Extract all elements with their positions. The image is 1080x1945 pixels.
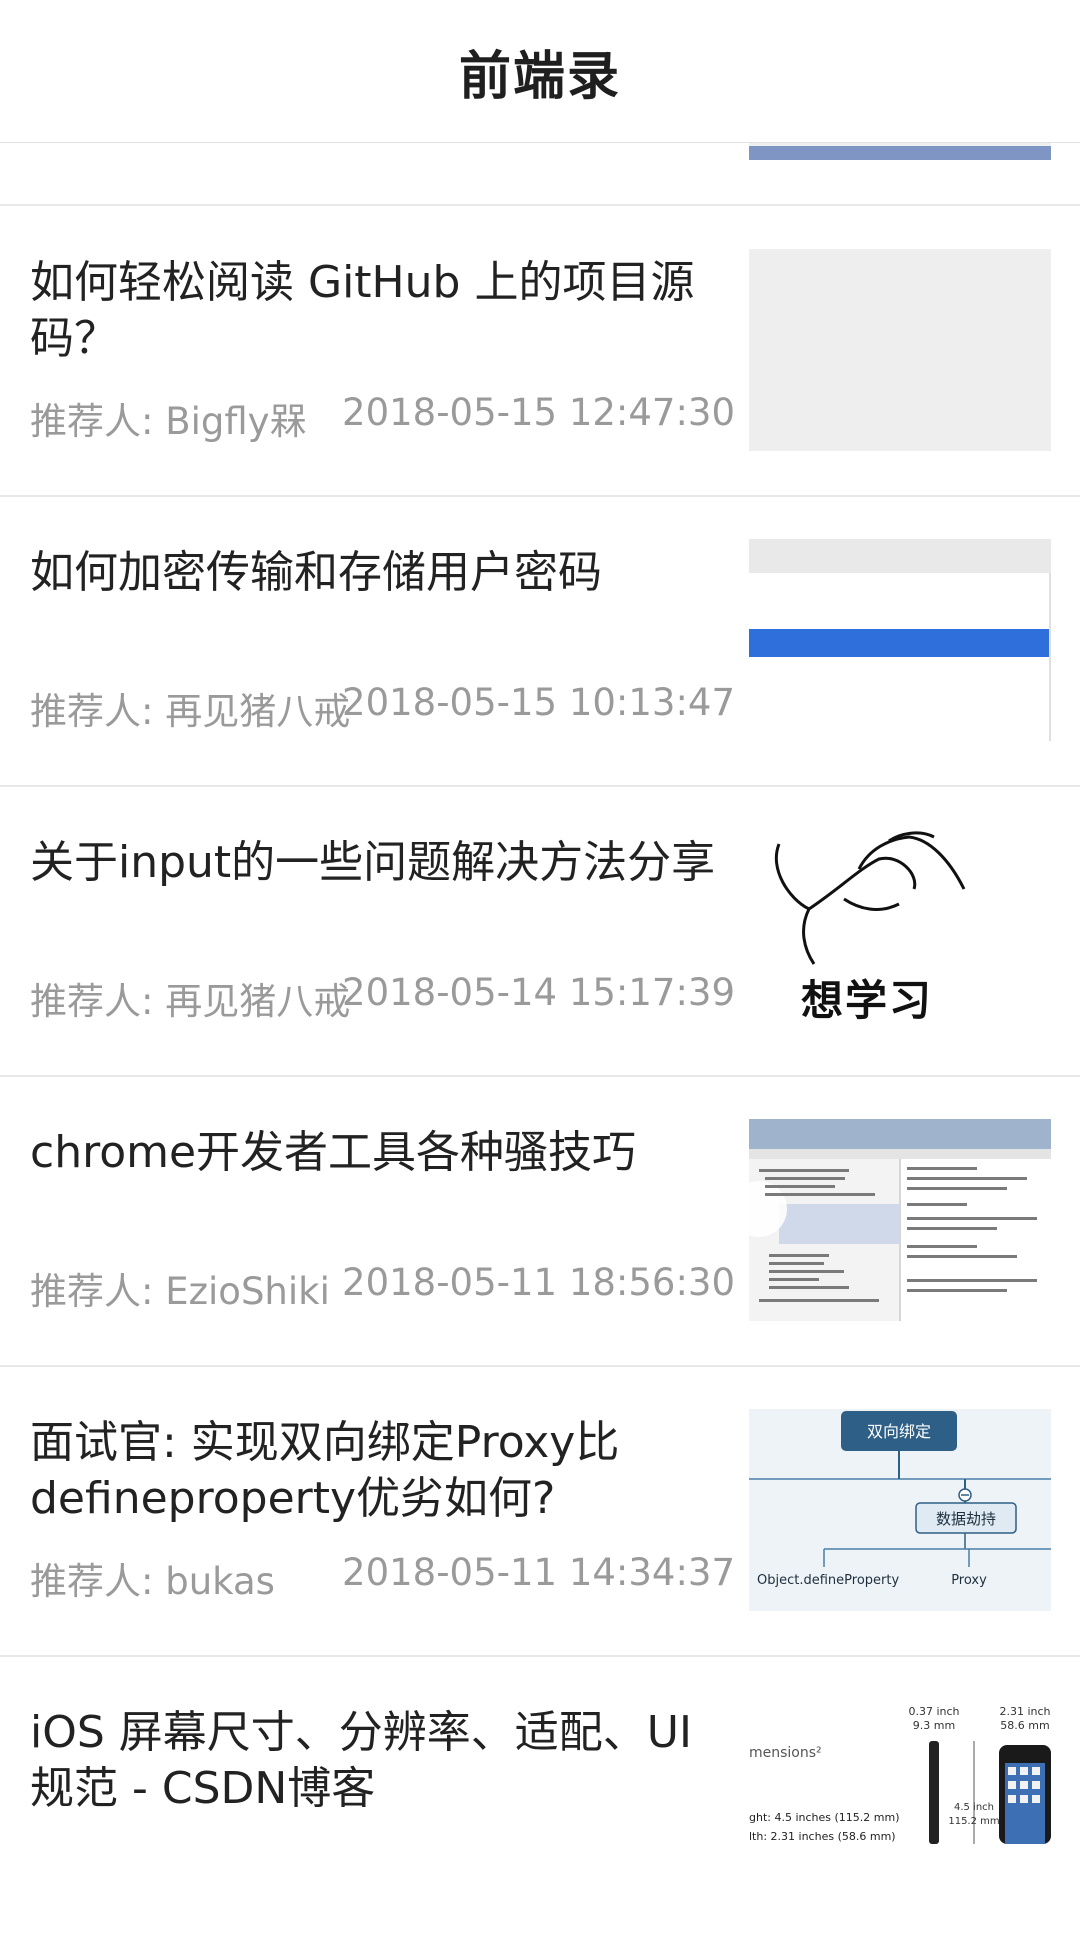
article-thumbnail xyxy=(749,249,1051,451)
article-title[interactable]: 关于input的一些问题解决方法分享 xyxy=(30,835,735,891)
side-mm-label: 115.2 mm xyxy=(948,1816,999,1827)
list-item[interactable]: 关于input的一些问题解决方法分享 推荐人: 再见猪八戒 2018-05-14… xyxy=(0,785,1080,1077)
recommender-label: 推荐人: 再见猪八戒 xyxy=(30,690,351,733)
width-mm-label: 9.3 mm xyxy=(913,1719,955,1732)
diagram-middle-label: 数据劫持 xyxy=(936,1510,996,1528)
article-meta: 推荐人: bukas 2018-05-11 14:34:37 xyxy=(30,1551,735,1603)
screen-width-inch-label: 2.31 inch xyxy=(999,1705,1050,1718)
article-thumbnail: 想学习 xyxy=(749,829,1051,1031)
recommender-label: 推荐人: bukas xyxy=(30,1560,275,1603)
article-title[interactable]: iOS 屏幕尺寸、分辨率、适配、UI规范 - CSDN博客 xyxy=(30,1705,735,1817)
article-title[interactable]: chrome开发者工具各种骚技巧 xyxy=(30,1125,735,1181)
publish-date: 2018-05-11 14:34:37 xyxy=(342,1551,735,1594)
diagram-left-label: Object.defineProperty xyxy=(757,1573,899,1588)
article-title[interactable]: 面试官: 实现双向绑定Proxy比defineproperty优劣如何? xyxy=(30,1415,735,1527)
meme-caption: 想学习 xyxy=(801,976,934,1025)
app-header: 前端录 xyxy=(0,0,1080,143)
dimensions-label: mensions² xyxy=(749,1745,822,1761)
recommender-label: 推荐人: Bigfly槑 xyxy=(30,400,307,443)
article-meta: 推荐人: Bigfly槑 2018-05-15 12:47:30 xyxy=(30,391,735,443)
article-title[interactable]: 如何轻松阅读 GitHub 上的项目源码？ xyxy=(30,255,735,367)
article-thumbnail: 双向绑定 数据劫持 Object.defineProperty Proxy xyxy=(749,1409,1051,1611)
list-item[interactable]: 如何加密传输和存储用户密码 推荐人: 再见猪八戒 2018-05-15 10:1… xyxy=(0,495,1080,787)
article-meta: 推荐人: EzioShiki 2018-05-11 18:56:30 xyxy=(30,1261,735,1313)
height-spec-label: ght: 4.5 inches (115.2 mm) xyxy=(749,1811,900,1824)
article-thumbnail xyxy=(749,539,1051,741)
recommender-label: 推荐人: 再见猪八戒 xyxy=(30,980,351,1023)
width-spec-label: lth: 2.31 inches (58.6 mm) xyxy=(749,1830,896,1843)
article-meta: 推荐人: 再见猪八戒 2018-05-15 10:13:47 xyxy=(30,681,735,733)
binding-diagram: 双向绑定 数据劫持 Object.defineProperty Proxy xyxy=(749,1411,1051,1588)
side-inch-label: 4.5 inch xyxy=(954,1802,994,1813)
width-inch-label: 0.37 inch xyxy=(908,1705,959,1718)
iphone-size-diagram: 0.37 inch 9.3 mm 2.31 inch 58.6 mm mensi… xyxy=(749,1705,1051,1844)
recommender-label: 推荐人: EzioShiki xyxy=(30,1270,330,1313)
list-item[interactable]: 面试官: 实现双向绑定Proxy比defineproperty优劣如何? 推荐人… xyxy=(0,1365,1080,1657)
article-thumbnail: 0.37 inch 9.3 mm 2.31 inch 58.6 mm mensi… xyxy=(749,1703,1051,1844)
article-list: 如何轻松阅读 GitHub 上的项目源码？ 推荐人: Bigfly槑 2018-… xyxy=(0,0,1080,1844)
diagram-top-label: 双向绑定 xyxy=(867,1422,931,1441)
publish-date: 2018-05-15 10:13:47 xyxy=(342,681,735,724)
publish-date: 2018-05-11 18:56:30 xyxy=(342,1261,735,1304)
diagram-right-label: Proxy xyxy=(951,1573,987,1588)
screen-width-mm-label: 58.6 mm xyxy=(1000,1719,1049,1732)
publish-date: 2018-05-15 12:47:30 xyxy=(342,391,735,434)
article-title[interactable]: 如何加密传输和存储用户密码 xyxy=(30,545,735,601)
list-item[interactable]: iOS 屏幕尺寸、分辨率、适配、UI规范 - CSDN博客 0.37 inch … xyxy=(0,1655,1080,1945)
publish-date: 2018-05-14 15:17:39 xyxy=(342,971,735,1014)
list-item[interactable]: chrome开发者工具各种骚技巧 推荐人: EzioShiki 2018-05-… xyxy=(0,1075,1080,1367)
article-thumbnail xyxy=(749,1119,1051,1321)
page-title: 前端录 xyxy=(458,46,621,107)
article-meta: 推荐人: 再见猪八戒 2018-05-14 15:17:39 xyxy=(30,971,735,1023)
list-item[interactable]: 如何轻松阅读 GitHub 上的项目源码？ 推荐人: Bigfly槑 2018-… xyxy=(0,205,1080,497)
devtools-screenshot xyxy=(749,1119,1051,1321)
